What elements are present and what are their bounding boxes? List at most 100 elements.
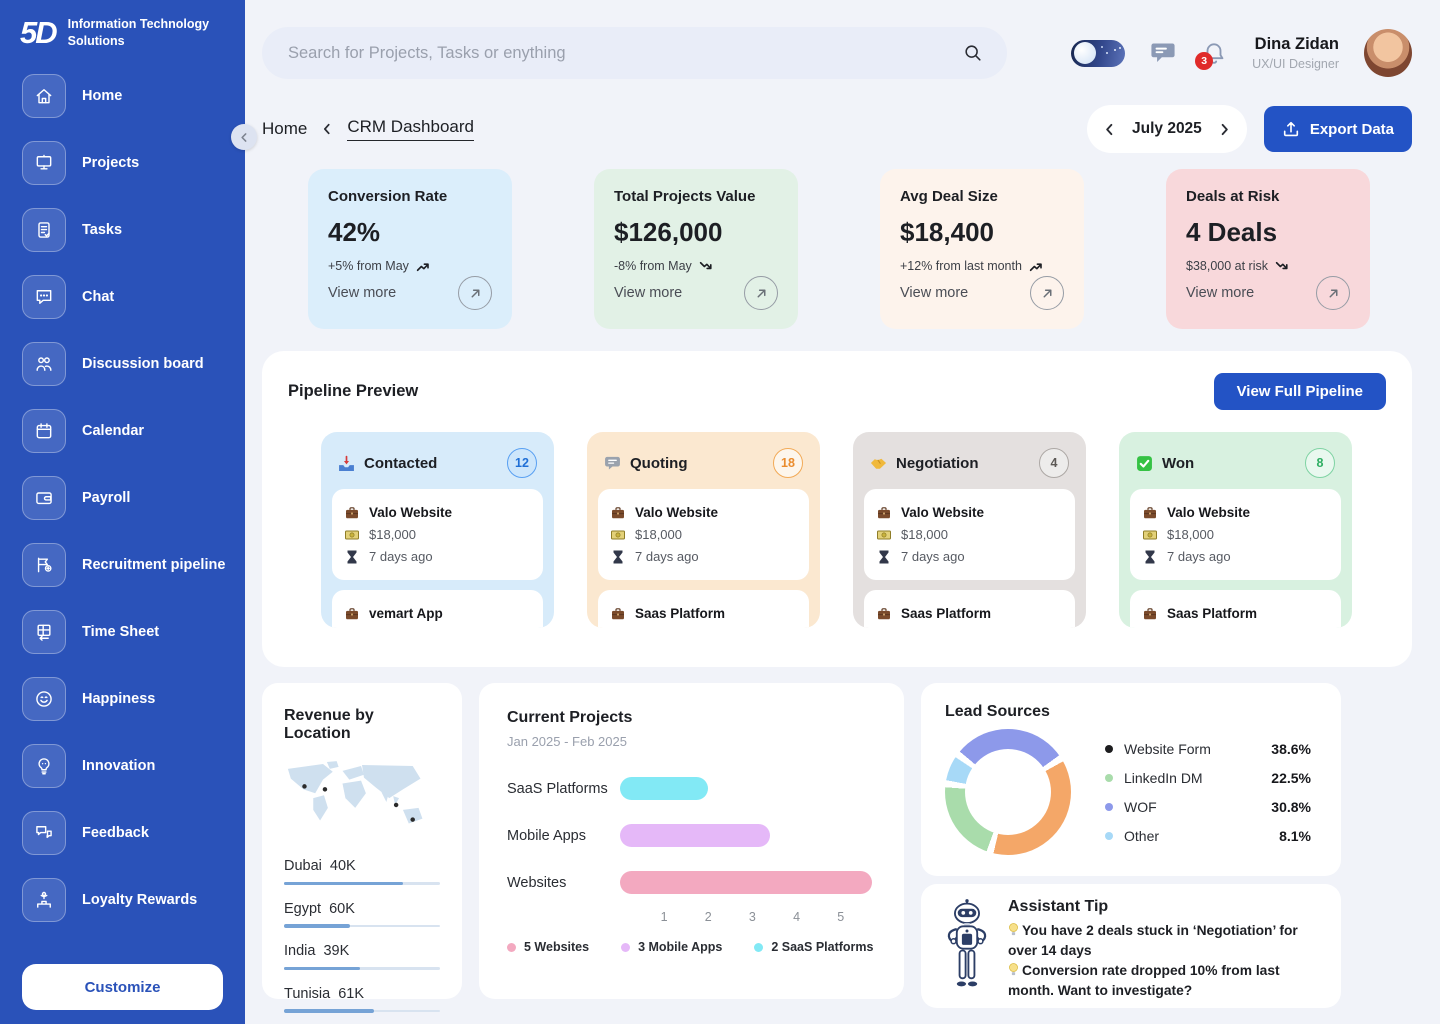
lead-sources-card: Lead Sources Website Form38.6% LinkedIn … — [921, 683, 1341, 876]
customize-button[interactable]: Customize — [22, 964, 223, 1010]
assistant-tip-line: You have 2 deals stuck in ‘Negotiation’ … — [1008, 921, 1321, 961]
briefcase-icon — [345, 506, 359, 520]
hourglass-icon — [611, 550, 625, 564]
sidebar-item-discussion-board[interactable]: Discussion board — [22, 342, 223, 386]
dark-mode-toggle[interactable] — [1071, 40, 1125, 67]
deal-card[interactable]: Saas Platform $43,000 — [1130, 590, 1341, 628]
pipeline-column-won: Won 8 Valo Website $18,000 7 days ago Sa… — [1119, 432, 1352, 628]
stat-value: $126,000 — [614, 217, 778, 248]
column-count-badge: 18 — [773, 448, 803, 478]
breadcrumb-current[interactable]: CRM Dashboard — [347, 117, 474, 141]
view-full-pipeline-button[interactable]: View Full Pipeline — [1214, 373, 1386, 410]
sidebar-item-happiness[interactable]: Happiness — [22, 677, 223, 721]
location-row: India39K — [284, 943, 440, 970]
sidebar-collapse-button[interactable] — [231, 124, 257, 150]
deal-card[interactable]: Valo Website $18,000 7 days ago — [598, 489, 809, 580]
sidebar-item-innovation[interactable]: Innovation — [22, 744, 223, 788]
clipboard-icon — [22, 208, 66, 252]
pipeline-columns: Contacted 12 Valo Website $18,000 7 days… — [288, 432, 1386, 628]
toggle-stars — [1114, 49, 1117, 52]
chat-bubble-icon — [22, 275, 66, 319]
sidebar-item-payroll[interactable]: Payroll — [22, 476, 223, 520]
category-label: SaaS Platforms — [507, 781, 620, 797]
search-icon[interactable] — [963, 43, 983, 63]
column-count-badge: 8 — [1305, 448, 1335, 478]
notification-badge: 3 — [1195, 52, 1213, 70]
bulb-icon — [1008, 962, 1019, 977]
sidebar-item-home[interactable]: Home — [22, 74, 223, 118]
search-input[interactable] — [286, 43, 963, 64]
next-month-button[interactable] — [1218, 123, 1231, 136]
legend-dot — [507, 943, 516, 952]
arrow-up-right-icon — [1316, 276, 1350, 310]
sidebar-item-loyalty-rewards[interactable]: Loyalty Rewards — [22, 878, 223, 922]
user-avatar[interactable] — [1364, 29, 1412, 77]
prev-month-button[interactable] — [1103, 123, 1116, 136]
deal-card[interactable]: Saas Platform $43,000 — [864, 590, 1075, 628]
sidebar-item-label: Projects — [82, 155, 139, 171]
sidebar-item-chat[interactable]: Chat — [22, 275, 223, 319]
bar-saas-platforms — [620, 777, 708, 800]
hourglass-icon — [1143, 550, 1157, 564]
messages-button[interactable] — [1150, 40, 1176, 66]
view-more-link[interactable]: View more — [328, 276, 492, 310]
deal-card[interactable]: Valo Website $18,000 7 days ago — [332, 489, 543, 580]
column-name: Contacted — [364, 455, 437, 472]
sidebar-item-feedback[interactable]: Feedback — [22, 811, 223, 855]
briefcase-icon — [611, 506, 625, 520]
assistant-tip-line: Conversion rate dropped 10% from last mo… — [1008, 961, 1321, 1001]
trend-down-icon — [1275, 260, 1290, 273]
column-count-badge: 4 — [1039, 448, 1069, 478]
deal-card[interactable]: vemart App $22,000 — [332, 590, 543, 628]
sidebar-item-label: Home — [82, 88, 122, 104]
axis-tick: 3 — [749, 910, 756, 924]
revenue-by-location-card: Revenue by Location — [262, 683, 462, 999]
legend-pct: 38.6% — [1271, 741, 1311, 757]
export-data-button[interactable]: Export Data — [1264, 106, 1412, 152]
header-controls: July 2025 Export Data — [1087, 105, 1412, 153]
location-value: 61K — [338, 986, 364, 1002]
view-more-link[interactable]: View more — [1186, 276, 1350, 310]
deal-card[interactable]: Valo Website $18,000 7 days ago — [864, 489, 1075, 580]
category-label: Mobile Apps — [507, 828, 620, 844]
deal-card[interactable]: Valo Website $18,000 7 days ago — [1130, 489, 1341, 580]
notifications-button[interactable]: 3 — [1201, 40, 1227, 66]
deal-card[interactable]: Saas Platform $43,000 — [598, 590, 809, 628]
upload-icon — [1282, 120, 1300, 138]
sidebar-item-calendar[interactable]: Calendar — [22, 409, 223, 453]
breadcrumb-home[interactable]: Home — [262, 119, 307, 139]
user-info: Dina Zidan UX/UI Designer — [1252, 35, 1339, 71]
column-header: Quoting 18 — [598, 443, 809, 489]
feedback-bubbles-icon — [22, 811, 66, 855]
stat-title: Deals at Risk — [1186, 188, 1350, 205]
user-role: UX/UI Designer — [1252, 57, 1339, 71]
sidebar-item-recruitment-pipeline[interactable]: Recruitment pipeline — [22, 543, 223, 587]
location-row: Dubai40K — [284, 858, 440, 885]
legend-item: Other8.1% — [1105, 828, 1311, 844]
trend-up-icon — [1029, 260, 1044, 273]
pipeline-preview-section: Pipeline Preview View Full Pipeline Cont… — [262, 351, 1412, 667]
axis-tick: 4 — [793, 910, 800, 924]
legend-dot — [621, 943, 630, 952]
column-name: Quoting — [630, 455, 687, 472]
sidebar-item-label: Recruitment pipeline — [82, 557, 225, 573]
view-more-link[interactable]: View more — [900, 276, 1064, 310]
topbar: 3 Dina Zidan UX/UI Designer — [262, 27, 1412, 79]
column-header: Negotiation 4 — [864, 443, 1075, 489]
view-more-link[interactable]: View more — [614, 276, 778, 310]
hourglass-icon — [877, 550, 891, 564]
legend-pct: 30.8% — [1271, 799, 1311, 815]
banknote-icon — [345, 528, 359, 542]
sidebar-item-projects[interactable]: Projects — [22, 141, 223, 185]
sidebar-item-tasks[interactable]: Tasks — [22, 208, 223, 252]
legend-item: Website Form38.6% — [1105, 741, 1311, 757]
stat-card-deals-at-risk: Deals at Risk 4 Deals $38,000 at risk Vi… — [1166, 169, 1370, 329]
legend-dot — [1105, 774, 1113, 782]
assistant-tip-title: Assistant Tip — [1008, 898, 1321, 916]
sidebar-item-label: Calendar — [82, 423, 144, 439]
sidebar-item-time-sheet[interactable]: Time Sheet — [22, 610, 223, 654]
message-icon — [1150, 40, 1176, 66]
period-selector: July 2025 — [1087, 105, 1247, 153]
column-count-badge: 12 — [507, 448, 537, 478]
location-name: Dubai — [284, 858, 322, 874]
